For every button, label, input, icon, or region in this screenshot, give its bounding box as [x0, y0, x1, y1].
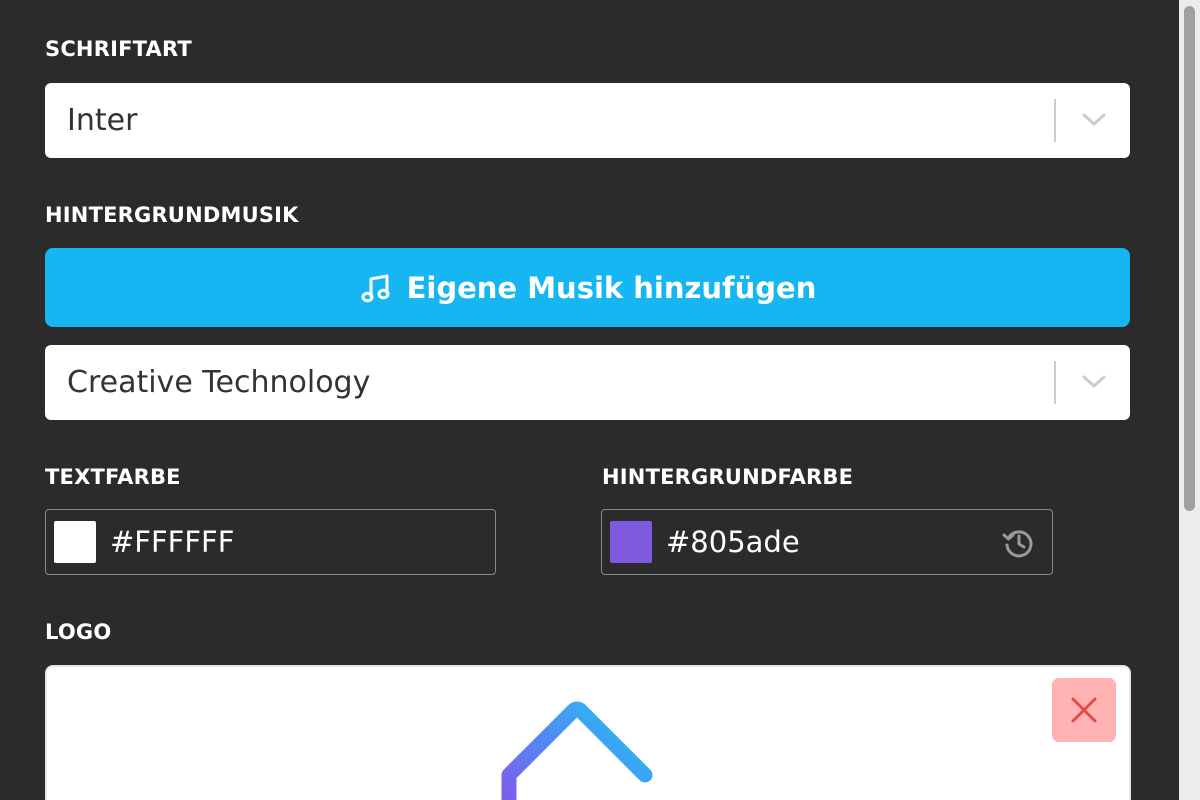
chevron-down-icon[interactable]	[1080, 372, 1108, 392]
add-music-button-label: Eigene Musik hinzufügen	[406, 270, 817, 305]
select-divider	[1054, 361, 1056, 404]
background-color-value[interactable]: #805ade	[666, 510, 800, 574]
font-select-value: Inter	[67, 103, 138, 138]
scrollbar[interactable]	[1179, 0, 1200, 800]
logo-upload-area[interactable]	[45, 665, 1131, 800]
remove-logo-button[interactable]	[1052, 678, 1116, 742]
chevron-down-icon[interactable]	[1080, 110, 1108, 130]
text-color-field[interactable]: #FFFFFF	[45, 509, 496, 575]
font-section-label: SCHRIFTART	[45, 37, 192, 61]
music-track-select-value: Creative Technology	[67, 365, 371, 400]
music-track-select[interactable]: Creative Technology	[45, 345, 1130, 420]
background-color-label: HINTERGRUNDFARBE	[602, 465, 854, 489]
text-color-swatch[interactable]	[54, 521, 96, 563]
history-icon[interactable]	[1000, 525, 1036, 561]
logo-image	[501, 701, 653, 800]
add-music-button[interactable]: Eigene Musik hinzufügen	[45, 248, 1130, 327]
music-note-icon	[361, 274, 390, 302]
font-select[interactable]: Inter	[45, 83, 1130, 158]
logo-section-label: LOGO	[45, 620, 112, 644]
text-color-label: TEXTFARBE	[45, 465, 181, 489]
close-icon	[1071, 697, 1097, 723]
select-divider	[1054, 99, 1056, 142]
music-section-label: HINTERGRUNDMUSIK	[45, 203, 299, 227]
scrollbar-thumb[interactable]	[1184, 6, 1195, 511]
background-color-swatch[interactable]	[610, 521, 652, 563]
settings-panel: SCHRIFTART Inter HINTERGRUNDMUSIK Eigene…	[0, 0, 1200, 800]
background-color-field[interactable]: #805ade	[601, 509, 1053, 575]
text-color-value[interactable]: #FFFFFF	[110, 510, 234, 574]
